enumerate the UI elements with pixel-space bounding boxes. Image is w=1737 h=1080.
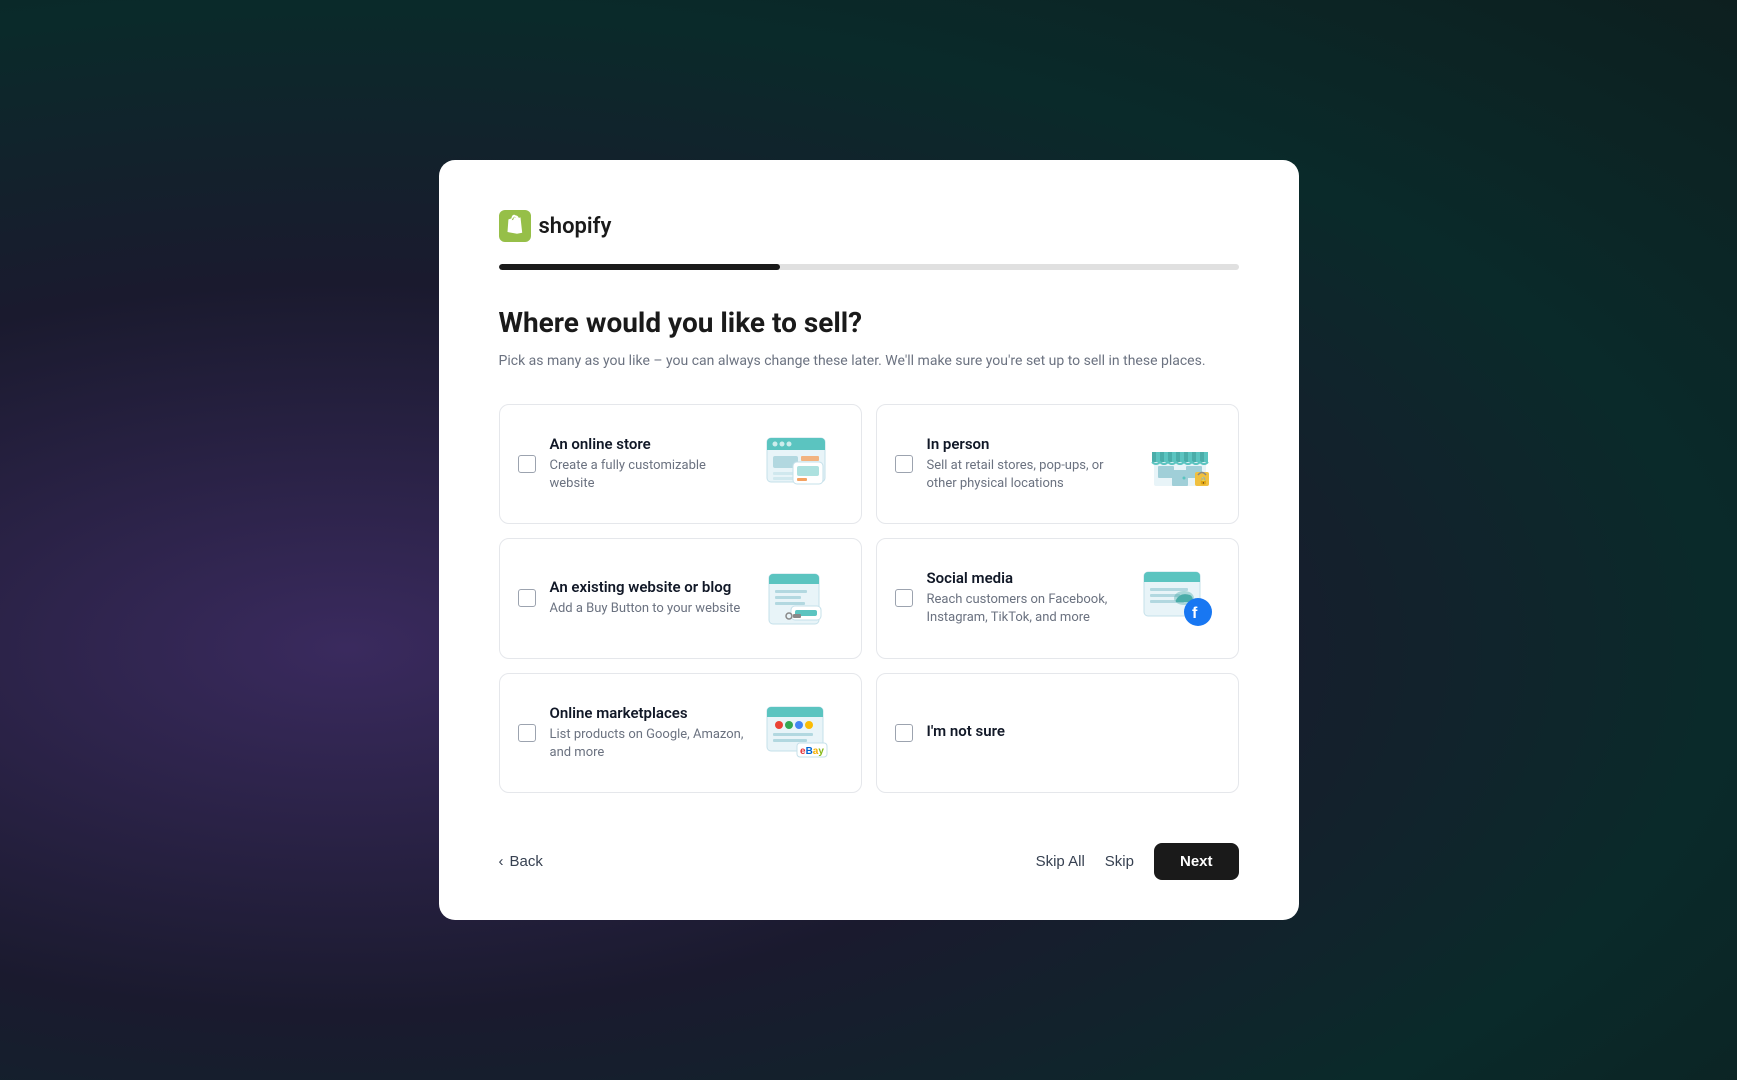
page-title: Where would you like to sell?: [499, 306, 1239, 339]
option-title-not-sure: I'm not sure: [927, 722, 1220, 740]
checkbox-in-person[interactable]: [895, 455, 913, 473]
checkbox-social-media[interactable]: [895, 589, 913, 607]
option-online-marketplaces[interactable]: Online marketplaces List products on Goo…: [499, 673, 862, 793]
option-content-online-store: An online store Create a fully customiza…: [550, 435, 749, 493]
option-desc-existing-website: Add a Buy Button to your website: [550, 600, 749, 618]
option-desc-social-media: Reach customers on Facebook, Instagram, …: [927, 591, 1126, 627]
option-existing-website[interactable]: An existing website or blog Add a Buy Bu…: [499, 538, 862, 658]
svg-text:f: f: [1192, 605, 1198, 622]
skip-button[interactable]: Skip: [1105, 853, 1134, 870]
option-content-not-sure: I'm not sure: [927, 722, 1220, 744]
illustration-in-person: 🔒: [1140, 434, 1220, 494]
main-modal: shopify Where would you like to sell? Pi…: [439, 160, 1299, 920]
svg-text:eBay: eBay: [800, 746, 824, 757]
checkbox-online-store[interactable]: [518, 455, 536, 473]
back-label: Back: [510, 853, 543, 870]
illustration-online-marketplaces: eBay: [763, 703, 843, 763]
option-content-social-media: Social media Reach customers on Facebook…: [927, 569, 1126, 627]
checkbox-online-marketplaces[interactable]: [518, 724, 536, 742]
option-content-existing-website: An existing website or blog Add a Buy Bu…: [550, 578, 749, 618]
illustration-existing-website: [763, 568, 843, 628]
shopify-logo-text: shopify: [539, 214, 612, 239]
illustration-social-media: f: [1140, 568, 1220, 628]
progress-bar-container: [499, 264, 1239, 270]
option-title-existing-website: An existing website or blog: [550, 578, 749, 596]
option-title-online-marketplaces: Online marketplaces: [550, 704, 749, 722]
option-desc-in-person: Sell at retail stores, pop-ups, or other…: [927, 457, 1126, 493]
option-not-sure[interactable]: I'm not sure: [876, 673, 1239, 793]
logo-area: shopify: [499, 210, 1239, 242]
option-content-online-marketplaces: Online marketplaces List products on Goo…: [550, 704, 749, 762]
svg-text:🔒: 🔒: [1199, 477, 1208, 485]
option-content-in-person: In person Sell at retail stores, pop-ups…: [927, 435, 1126, 493]
checkbox-existing-website[interactable]: [518, 589, 536, 607]
modal-footer: ‹ Back Skip All Skip Next: [499, 833, 1239, 880]
options-grid: An online store Create a fully customiza…: [499, 404, 1239, 793]
option-desc-online-store: Create a fully customizable website: [550, 457, 749, 493]
shopify-logo-icon: [499, 210, 531, 242]
option-title-online-store: An online store: [550, 435, 749, 453]
back-chevron-icon: ‹: [499, 853, 504, 870]
option-title-social-media: Social media: [927, 569, 1126, 587]
option-online-store[interactable]: An online store Create a fully customiza…: [499, 404, 862, 524]
option-social-media[interactable]: Social media Reach customers on Facebook…: [876, 538, 1239, 658]
footer-right: Skip All Skip Next: [1036, 843, 1239, 880]
skip-all-button[interactable]: Skip All: [1036, 853, 1085, 870]
back-button[interactable]: ‹ Back: [499, 853, 543, 870]
progress-bar-fill: [499, 264, 780, 270]
checkbox-not-sure[interactable]: [895, 724, 913, 742]
illustration-online-store: [763, 434, 843, 494]
page-subtitle: Pick as many as you like – you can alway…: [499, 351, 1239, 372]
option-desc-online-marketplaces: List products on Google, Amazon, and mor…: [550, 726, 749, 762]
option-in-person[interactable]: In person Sell at retail stores, pop-ups…: [876, 404, 1239, 524]
next-button[interactable]: Next: [1154, 843, 1239, 880]
option-title-in-person: In person: [927, 435, 1126, 453]
